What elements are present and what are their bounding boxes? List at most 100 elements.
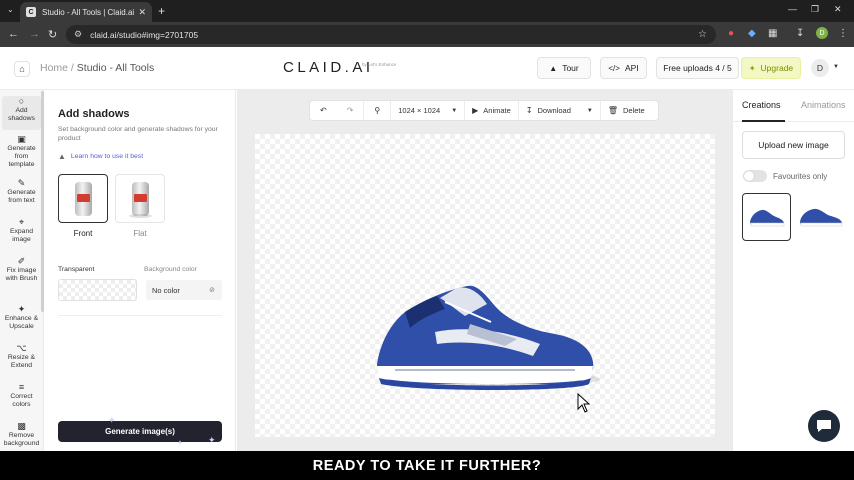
sidebar-item-generate-from-text[interactable]: ✎ Generate from text (2, 178, 41, 212)
sidebar-item-label: Resize & Extend (7, 354, 36, 369)
address-bar[interactable]: ⚙ claid.ai/studio#img=2701705 ☆ (66, 25, 716, 44)
editor-area: ↶ ↷ ⚲ 1024 × 1024 ▼ ▶ Animate ↧ Download… (237, 90, 732, 451)
graduation-cap-icon: ▲ (58, 152, 66, 161)
api-button[interactable]: </> API (600, 57, 647, 79)
chevron-down-icon: ▼ (451, 107, 458, 114)
api-label: API (624, 63, 639, 73)
graduation-cap-icon: ▲ (549, 63, 558, 73)
favourites-label: Favourites only (773, 172, 828, 181)
sparkle-icon: ✦ (748, 63, 756, 73)
browser-menu-icon[interactable]: ⋮ (838, 28, 848, 39)
upgrade-label: Upgrade (760, 63, 794, 73)
transparent-swatch[interactable] (58, 279, 137, 301)
breadcrumb-home[interactable]: Home (40, 62, 68, 74)
app-root: ⌂ Home / Studio - All Tools CLAID.AI by … (0, 47, 854, 451)
sidebar-item-label: Generate from text (7, 189, 36, 204)
sidebar-item-fix-image-with-brush[interactable]: ✐ Fix image with Brush (2, 256, 41, 290)
favourites-toggle[interactable] (743, 170, 767, 182)
generate-label: Generate image(s) (105, 427, 175, 436)
free-uploads-label: Free uploads 4 / 5 (663, 63, 732, 73)
new-tab-icon[interactable]: + (158, 4, 165, 18)
extension-icon[interactable]: ● (728, 28, 734, 39)
shoe-image (377, 285, 600, 390)
shadow-option-front[interactable] (58, 174, 108, 223)
breadcrumb: Home / Studio - All Tools (40, 62, 154, 74)
tab-creations[interactable]: Creations (742, 100, 781, 110)
undo-button[interactable]: ↶ (310, 101, 337, 120)
active-tab-indicator (742, 120, 785, 122)
home-icon[interactable]: ⌂ (14, 61, 30, 77)
browser-toolbar: ← → ↻ ⚙ claid.ai/studio#img=2701705 ☆ ● … (0, 22, 854, 47)
tab-search-icon[interactable]: ⌄ (7, 5, 14, 14)
breadcrumb-current: Studio - All Tools (76, 62, 155, 74)
claid-logo[interactable]: CLAID.AI (283, 59, 374, 76)
sidebar-item-label: Add shadows (8, 107, 35, 122)
extensions-puzzle-icon[interactable]: ▦ (768, 28, 777, 39)
chat-support-button[interactable] (808, 410, 840, 442)
size-dropdown[interactable]: 1024 × 1024 ▼ (390, 101, 464, 120)
sliders-icon: ≡ (18, 382, 25, 392)
browser-tab-strip: ⌄ C Studio - All Tools | Claid.ai ✕ + — … (0, 0, 854, 22)
site-info-icon[interactable]: ⚙ (74, 29, 82, 40)
sidebar-item-resize-extend[interactable]: ⌥ Resize & Extend (2, 343, 41, 377)
extension-gem-icon[interactable]: ◆ (748, 28, 756, 39)
url-text: claid.ai/studio#img=2701705 (90, 29, 199, 40)
redo-button[interactable]: ↷ (337, 101, 364, 120)
image-canvas[interactable] (255, 134, 715, 437)
minimize-icon[interactable]: — (788, 4, 797, 14)
download-button[interactable]: ↧ Download ▼ (517, 101, 600, 120)
sidebar-item-remove-background[interactable]: ▩ Remove background (2, 421, 41, 455)
no-color-label: No color (152, 285, 180, 295)
tab-title: Studio - All Tools | Claid.ai (42, 7, 135, 17)
shadow-icon: ○ (18, 96, 25, 106)
checker-icon: ▩ (17, 421, 26, 431)
sidebar-item-expand-image[interactable]: ⌖ Expand image (2, 217, 41, 251)
tools-sidebar: ○ Add shadows ▣ Generate from template ✎… (0, 90, 44, 451)
upgrade-button[interactable]: ✦ Upgrade (741, 57, 801, 79)
delete-button[interactable]: 🗑 Delete (599, 101, 652, 120)
sidebar-item-add-shadows[interactable]: ○ Add shadows (2, 96, 41, 130)
mouse-cursor-icon (577, 393, 591, 413)
creation-thumbnail-1[interactable] (742, 193, 791, 241)
download-icon: ↧ (525, 106, 533, 115)
learn-link[interactable]: ▲ Learn how to use it best (58, 152, 143, 161)
zoom-button[interactable]: ⚲ (363, 101, 390, 120)
download-label: Download (537, 106, 571, 115)
download-icon[interactable]: ↧ (796, 28, 804, 39)
free-uploads-button[interactable]: Free uploads 4 / 5 (656, 57, 739, 79)
bookmark-star-icon[interactable]: ☆ (698, 29, 707, 40)
background-color-picker[interactable]: No color ⊘ (146, 280, 222, 300)
tab-animations[interactable]: Animations (801, 100, 846, 110)
sparkle-icon: ✦ (177, 440, 183, 447)
animate-label: Animate (483, 106, 511, 115)
reload-icon[interactable]: ↻ (48, 28, 57, 41)
sidebar-item-generate-from-template[interactable]: ▣ Generate from template (2, 134, 41, 172)
browser-tab[interactable]: C Studio - All Tools | Claid.ai ✕ (20, 2, 152, 22)
sidebar-item-correct-colors[interactable]: ≡ Correct colors (2, 382, 41, 416)
generate-images-button[interactable]: Generate image(s) (58, 421, 222, 442)
shadow-option-flat[interactable] (115, 174, 165, 223)
sidebar-item-label: Generate from template (7, 145, 36, 168)
clear-color-icon[interactable]: ⊘ (209, 286, 215, 294)
video-caption-bar: READY TO TAKE IT FURTHER? (0, 451, 854, 480)
undo-icon: ↶ (320, 106, 327, 115)
forward-icon[interactable]: → (29, 28, 40, 40)
close-tab-icon[interactable]: ✕ (138, 7, 146, 18)
restore-icon[interactable]: ❐ (811, 4, 819, 15)
tour-button[interactable]: ▲ Tour (537, 57, 591, 79)
sidebar-item-label: Correct colors (10, 393, 33, 408)
user-avatar[interactable]: D (811, 59, 829, 77)
size-label: 1024 × 1024 (398, 106, 441, 115)
sidebar-item-label: Expand image (9, 228, 34, 243)
back-icon[interactable]: ← (8, 28, 19, 40)
animate-button[interactable]: ▶ Animate (464, 101, 518, 120)
upload-new-image-button[interactable]: Upload new image (742, 131, 845, 159)
chevron-down-icon[interactable]: ▼ (833, 64, 839, 70)
browser-profile-avatar[interactable]: D (816, 27, 828, 39)
creation-thumbnail-2[interactable] (796, 193, 845, 241)
app-header: ⌂ Home / Studio - All Tools CLAID.AI by … (0, 47, 854, 90)
sidebar-item-enhance-upscale[interactable]: ✦ Enhance & Upscale (2, 304, 41, 338)
close-window-icon[interactable]: ✕ (834, 4, 842, 15)
sidebar-item-label: Fix image with Brush (5, 267, 38, 282)
sparkle-icon: ✦ (208, 435, 216, 445)
